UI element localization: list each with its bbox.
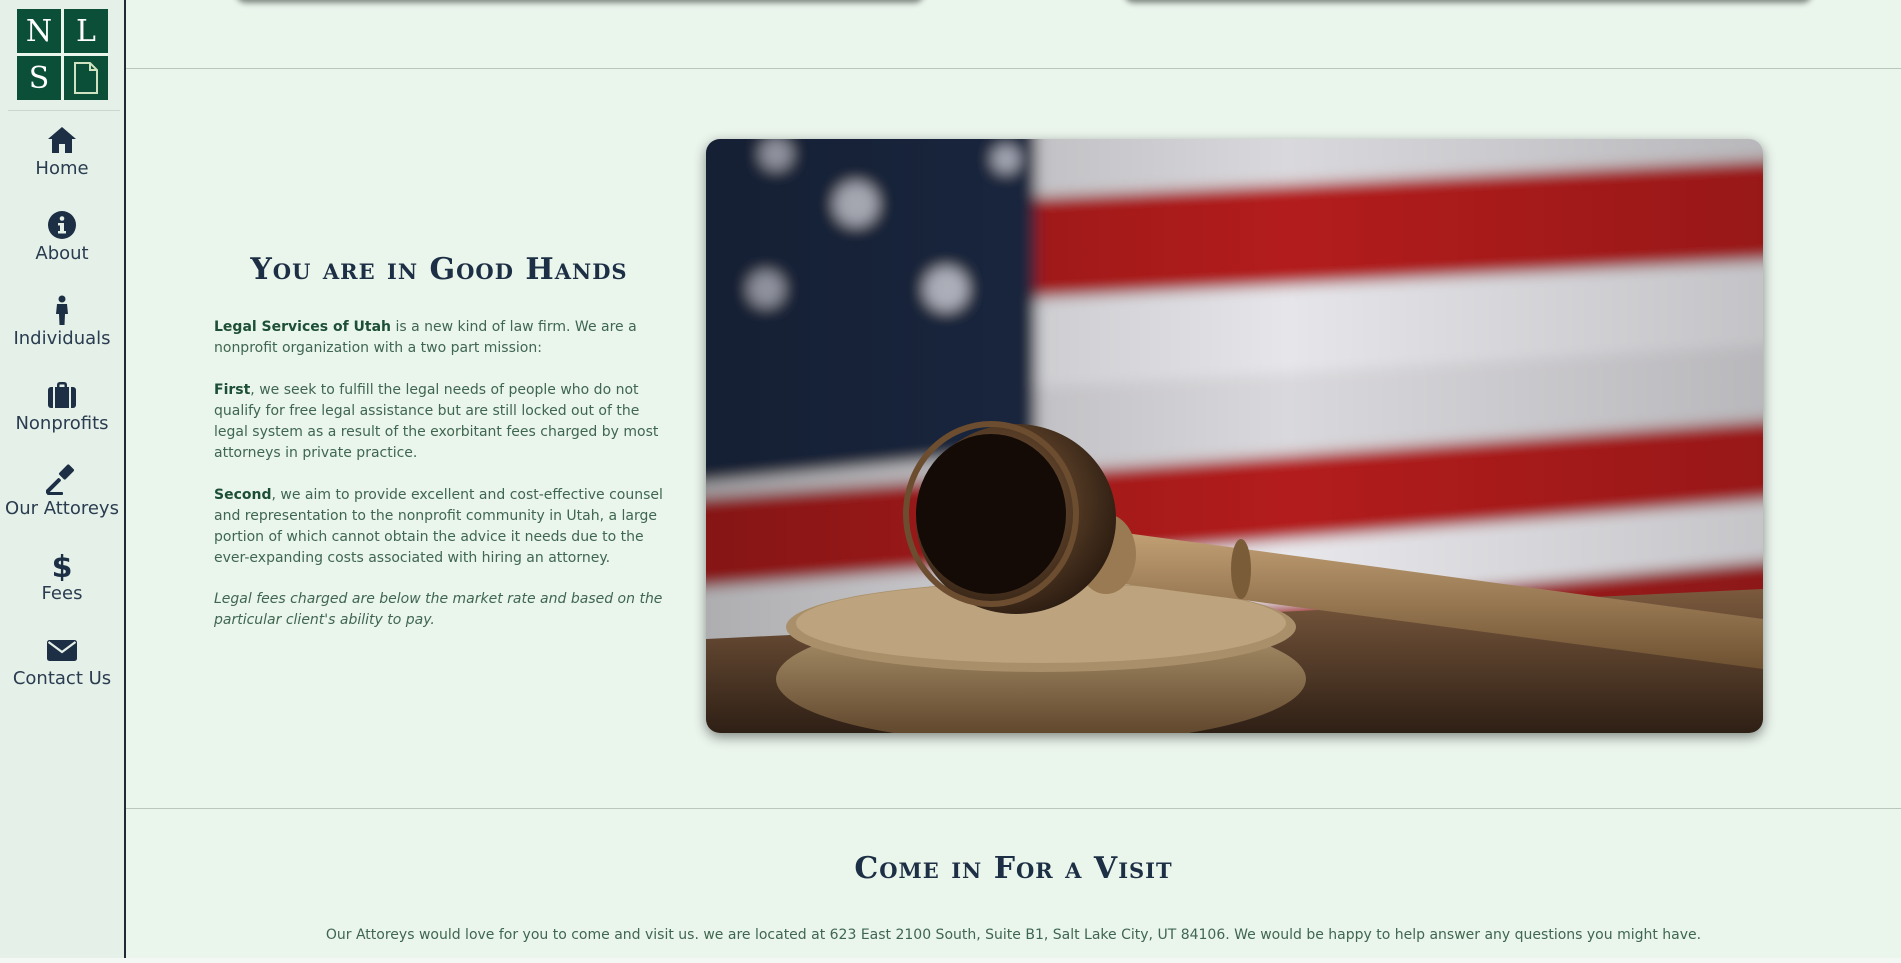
briefcase-icon — [48, 382, 76, 408]
visit-heading: Come in For a Visit — [854, 851, 1173, 886]
nav-label-our-attorneys: Our Attoreys — [5, 498, 119, 519]
info-icon — [48, 211, 76, 239]
fees-note: Legal fees charged are below the market … — [214, 591, 663, 628]
intro-heading: You are in Good Hands — [250, 252, 628, 287]
intro-paragraph-2: First, we seek to fulfill the legal need… — [214, 380, 664, 464]
nav-label-about: About — [35, 243, 89, 264]
svg-text:$: $ — [52, 550, 73, 581]
intro-paragraph-3: Second, we aim to provide excellent and … — [214, 485, 664, 569]
nav-label-home: Home — [35, 158, 89, 179]
intro-paragraph-1: Legal Services of Utah is a new kind of … — [214, 317, 664, 359]
intro-paragraph-1-strong: Legal Services of Utah — [214, 319, 392, 335]
nav-item-nonprofits[interactable]: Nonprofits — [0, 379, 124, 459]
intro-paragraph-3-strong: Second — [214, 487, 272, 503]
nav-item-home[interactable]: Home — [0, 124, 124, 204]
home-icon — [48, 127, 76, 153]
dollar-icon: $ — [52, 550, 73, 581]
site-logo[interactable]: N L S — [17, 9, 108, 100]
bottom-strip — [0, 958, 1901, 963]
logo-letter-l: L — [64, 9, 108, 53]
nav-item-fees[interactable]: $ Fees — [0, 549, 124, 629]
nav-label-nonprofits: Nonprofits — [15, 413, 109, 434]
nav-item-our-attorneys[interactable]: Our Attoreys — [0, 464, 124, 544]
nav-label-contact-us: Contact Us — [12, 668, 112, 689]
nav-item-individuals[interactable]: Individuals — [0, 294, 124, 374]
section-divider-top — [126, 68, 1901, 69]
gavel-icon — [46, 464, 75, 495]
sidebar: N L S Home About Individuals Nonprofits … — [0, 0, 126, 963]
intro-paragraph-2-strong: First — [214, 382, 251, 398]
hero-image-gavel-flag — [706, 139, 1763, 733]
intro-paragraph-3-text: , we aim to provide excellent and cost-e… — [214, 487, 663, 566]
intro-paragraph-2-text: , we seek to fulfill the legal needs of … — [214, 382, 659, 461]
visit-text: Our Attoreys would love for you to come … — [325, 927, 1702, 943]
envelope-icon — [47, 640, 77, 661]
nav-label-individuals: Individuals — [13, 328, 111, 349]
nav-label-fees: Fees — [41, 583, 83, 604]
logo-letter-s: S — [17, 56, 61, 100]
document-icon — [64, 56, 108, 100]
nav-item-contact-us[interactable]: Contact Us — [0, 634, 124, 714]
main-content: You are in Good Hands Legal Services of … — [126, 0, 1901, 963]
person-icon — [56, 295, 68, 325]
section-divider-bottom — [126, 808, 1901, 809]
logo-letter-n: N — [17, 9, 61, 53]
nav-item-about[interactable]: About — [0, 209, 124, 289]
logo-divider — [8, 110, 120, 111]
